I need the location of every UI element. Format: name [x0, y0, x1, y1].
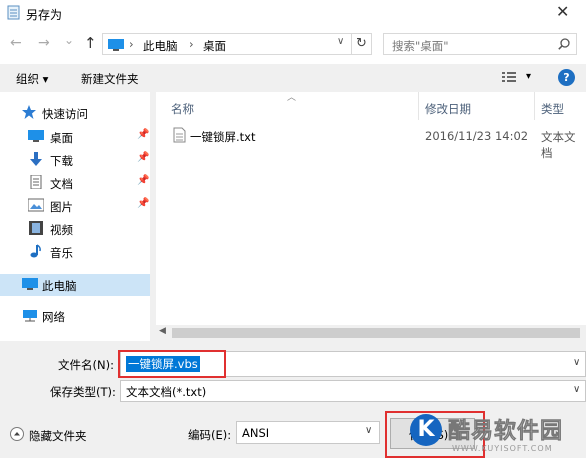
sidebar-item-label: 视频 [50, 223, 73, 237]
sidebar-item-quick-access[interactable]: 快速访问 [0, 102, 150, 124]
encoding-select[interactable]: ANSI ∨ [236, 421, 380, 444]
sidebar-item-this-pc[interactable]: 此电脑 [0, 274, 150, 296]
sort-ascending-icon: ︿ [287, 93, 297, 103]
hide-folders-button[interactable]: 隐藏文件夹 [29, 428, 87, 444]
sidebar-item-downloads[interactable]: 下载 📌 [0, 149, 150, 171]
document-icon [28, 175, 44, 189]
filetype-value: 文本文档(*.txt) [126, 385, 207, 399]
computer-icon [22, 277, 38, 291]
filename-highlight [118, 350, 226, 378]
address-bar[interactable]: › 此电脑 › 桌面 ∨ ↻ [102, 33, 372, 55]
watermark-text: 酷易软件园 [448, 419, 564, 445]
file-modified: 2016/11/23 14:02 [425, 129, 529, 143]
sidebar-item-music[interactable]: 音乐 [0, 241, 150, 263]
file-type: 文本文档 [541, 130, 576, 160]
sidebar-item-pictures[interactable]: 图片 📌 [0, 195, 150, 217]
star-icon [22, 105, 38, 119]
sidebar-item-label: 此电脑 [42, 279, 77, 293]
view-dropdown-icon[interactable]: ▾ [526, 71, 531, 82]
forward-button[interactable]: → [38, 35, 50, 51]
column-divider[interactable] [534, 92, 535, 120]
breadcrumb-desktop[interactable]: 桌面 [203, 38, 226, 54]
encoding-label: 编码(E): [188, 428, 232, 442]
pin-icon[interactable]: 📌 [137, 198, 149, 209]
address-dropdown-icon[interactable]: ∨ [337, 36, 344, 47]
sidebar-item-label: 网络 [42, 310, 65, 324]
sidebar-item-label: 音乐 [50, 246, 73, 260]
navigation-pane: 快速访问 桌面 📌 下载 📌 文档 📌 图片 📌 视频 音乐 此电脑 网络 [0, 92, 150, 341]
column-header-type[interactable]: 类型 [541, 101, 564, 117]
breadcrumb-separator: › [129, 37, 134, 51]
window-title: 另存为 [26, 8, 63, 22]
chevron-down-icon[interactable]: ∨ [365, 425, 372, 436]
scrollbar-thumb[interactable] [172, 328, 580, 338]
table-row[interactable]: 一键锁屏.txt 2016/11/23 14:02 文本文档 [156, 125, 586, 160]
scroll-left-icon[interactable]: ◀ [159, 326, 166, 336]
filetype-label: 保存类型(T): [50, 385, 116, 399]
save-options-panel: 文件名(N): 一键锁屏.vbs ∨ 保存类型(T): 文本文档(*.txt) … [0, 341, 586, 458]
search-input[interactable]: 搜索"桌面" [392, 38, 449, 54]
refresh-button[interactable]: ↻ [356, 36, 367, 51]
chevron-down-icon[interactable]: ∨ [573, 357, 580, 368]
text-file-icon [173, 127, 186, 143]
pin-icon[interactable]: 📌 [137, 152, 149, 163]
new-folder-button[interactable]: 新建文件夹 [81, 71, 139, 87]
picture-icon [28, 198, 44, 212]
chevron-down-icon[interactable]: ∨ [573, 384, 580, 395]
watermark-logo: K [410, 414, 442, 446]
filetype-select[interactable]: 文本文档(*.txt) ∨ [120, 380, 586, 402]
organize-button[interactable]: 组织 ▾ [16, 71, 48, 87]
filename-label: 文件名(N): [58, 358, 114, 372]
column-header-row: ︿ 名称 修改日期 类型 [156, 92, 586, 120]
title-bar: 另存为 ✕ [0, 0, 586, 27]
search-icon[interactable] [558, 38, 570, 50]
recent-locations-button[interactable]: ⌄ [64, 33, 74, 47]
column-header-modified[interactable]: 修改日期 [425, 101, 471, 117]
back-button[interactable]: ← [10, 35, 22, 51]
network-icon [22, 308, 38, 322]
breadcrumb-separator: › [189, 37, 194, 51]
sidebar-item-label: 文档 [50, 177, 73, 191]
download-icon [28, 152, 44, 166]
column-divider[interactable] [418, 92, 419, 120]
sidebar-item-videos[interactable]: 视频 [0, 218, 150, 240]
sidebar-item-desktop[interactable]: 桌面 📌 [0, 126, 150, 148]
horizontal-scrollbar[interactable]: ◀ [156, 325, 586, 341]
music-icon [28, 244, 44, 258]
toolbar: 组织 ▾ 新建文件夹 ▾ ? [0, 64, 586, 92]
file-name: 一键锁屏.txt [190, 130, 256, 144]
video-icon [28, 221, 44, 235]
sidebar-item-label: 下载 [50, 154, 73, 168]
sidebar-item-label: 快速访问 [42, 107, 88, 121]
sidebar-item-documents[interactable]: 文档 📌 [0, 172, 150, 194]
up-button[interactable]: ↑ [84, 34, 97, 52]
desktop-icon [28, 129, 44, 143]
help-icon[interactable]: ? [558, 69, 575, 86]
sidebar-item-label: 桌面 [50, 131, 73, 145]
sidebar-item-network[interactable]: 网络 [0, 305, 150, 327]
file-list: ︿ 名称 修改日期 类型 一键锁屏.txt 2016/11/23 14:02 文… [156, 92, 586, 341]
notepad-icon [7, 5, 20, 20]
close-icon[interactable]: ✕ [556, 2, 569, 21]
watermark-url: WWW.KUYISOFT.COM [452, 444, 553, 453]
column-header-name[interactable]: 名称 [171, 101, 194, 117]
pin-icon[interactable]: 📌 [137, 129, 149, 140]
computer-icon [108, 39, 124, 51]
pin-icon[interactable]: 📌 [137, 175, 149, 186]
encoding-value: ANSI [242, 426, 270, 440]
divider [351, 34, 352, 54]
chevron-up-icon[interactable] [10, 427, 24, 441]
view-options-icon[interactable] [502, 72, 516, 83]
breadcrumb-this-pc[interactable]: 此电脑 [143, 38, 178, 54]
sidebar-item-label: 图片 [50, 200, 73, 214]
search-box[interactable]: 搜索"桌面" [383, 33, 577, 55]
